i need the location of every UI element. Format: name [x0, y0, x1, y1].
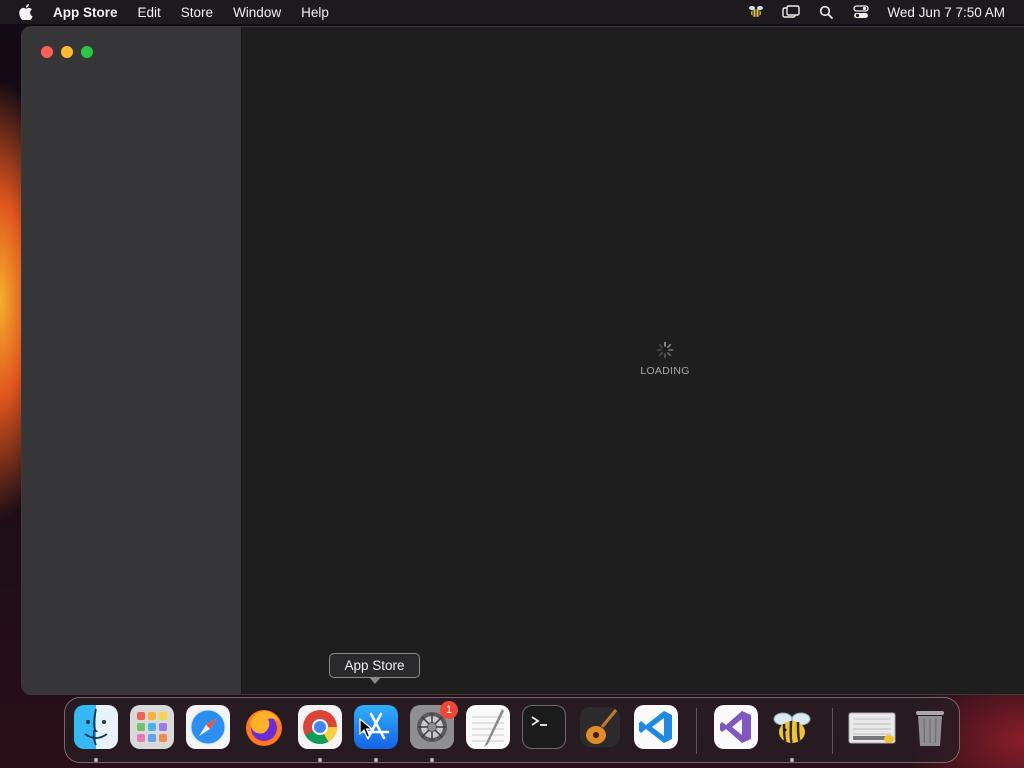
bee-menu-icon[interactable]	[747, 4, 765, 20]
visual-studio-icon[interactable]	[714, 705, 758, 749]
menu-bar-clock[interactable]: Wed Jun 7 7:50 AM	[887, 5, 1005, 20]
spotlight-search-icon[interactable]	[817, 4, 835, 20]
launchpad-icon[interactable]	[130, 705, 174, 749]
window-controls	[41, 46, 93, 58]
safari-icon[interactable]	[186, 705, 230, 749]
running-indicator	[94, 758, 98, 762]
screen-mirroring-icon[interactable]	[782, 4, 801, 20]
textedit-icon[interactable]	[466, 705, 510, 749]
zoom-button[interactable]	[81, 46, 93, 58]
downloads-stack-icon[interactable]	[847, 705, 899, 749]
mouse-cursor-icon	[359, 718, 373, 738]
dock-tooltip: App Store	[329, 653, 420, 684]
running-indicator	[790, 758, 794, 762]
apple-menu-icon[interactable]	[19, 4, 35, 20]
chrome-icon[interactable]	[298, 705, 342, 749]
sidebar	[22, 27, 242, 694]
bee-icon[interactable]	[770, 705, 814, 749]
menu-window[interactable]: Window	[233, 5, 281, 20]
menu-help[interactable]: Help	[301, 5, 329, 20]
dock-separator	[832, 708, 833, 754]
menu-bar: App Store Edit Store Window Help Wed Jun…	[0, 0, 1024, 24]
running-indicator	[430, 758, 434, 762]
menu-store[interactable]: Store	[181, 5, 213, 20]
notification-badge: 1	[440, 701, 458, 719]
firefox-icon[interactable]	[242, 705, 286, 749]
trash-icon[interactable]	[908, 705, 952, 749]
minimize-button[interactable]	[61, 46, 73, 58]
loading-label: LOADING	[640, 365, 690, 377]
app-store-window: LOADING	[21, 26, 1024, 695]
spinner-icon	[656, 341, 674, 359]
menu-app-name[interactable]: App Store	[53, 5, 118, 20]
loading-indicator: LOADING	[620, 341, 710, 377]
finder-icon[interactable]	[74, 705, 118, 749]
garageband-icon[interactable]	[578, 705, 622, 749]
terminal-icon[interactable]	[522, 705, 566, 749]
dock: 1	[64, 697, 960, 763]
system-settings-icon[interactable]: 1	[410, 701, 458, 749]
running-indicator	[374, 758, 378, 762]
control-center-icon[interactable]	[852, 4, 870, 20]
menu-edit[interactable]: Edit	[138, 5, 161, 20]
vscode-icon[interactable]	[634, 705, 678, 749]
dock-separator	[696, 708, 697, 754]
running-indicator	[318, 758, 322, 762]
main-content: LOADING	[242, 27, 1024, 694]
close-button[interactable]	[41, 46, 53, 58]
